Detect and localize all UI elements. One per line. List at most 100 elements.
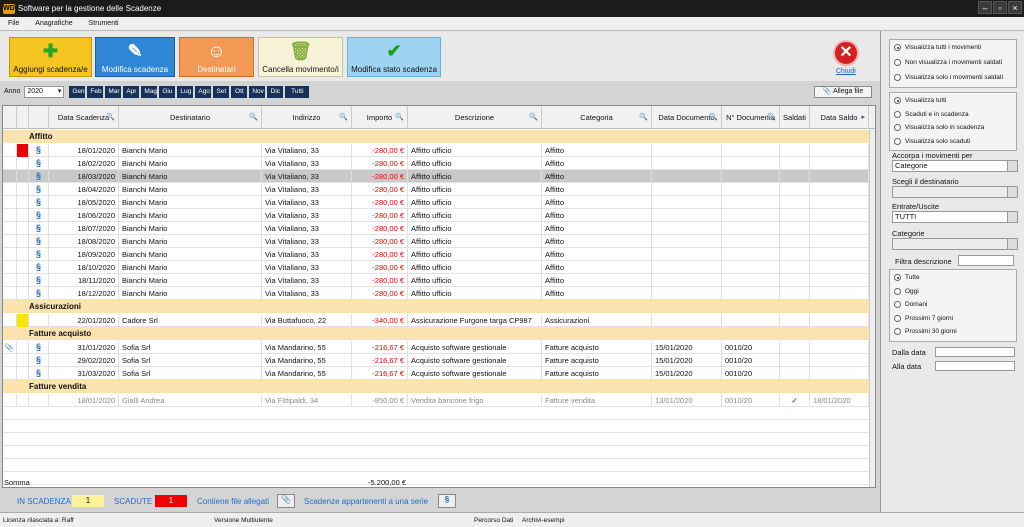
col-saldati[interactable]: Saldati — [780, 106, 810, 129]
radio-periodi-2[interactable]: Domani — [894, 301, 927, 308]
scadute-count: 1 — [155, 495, 187, 507]
table-row[interactable]: § 18/02/2020 Bianchi Mario Via Vitaliano, 3… — [3, 157, 869, 170]
destinatari-button[interactable]: ☺ Destinatari — [179, 37, 254, 77]
group-header[interactable]: Assicurazioni — [3, 300, 869, 313]
month-button-ago[interactable]: Ago — [195, 85, 212, 98]
col-data-scadenza[interactable]: Data Scadenza 🔍 — [49, 106, 119, 129]
maximize-button[interactable]: ▫ — [993, 1, 1007, 14]
month-button-set[interactable]: Set — [213, 85, 230, 98]
radio-button[interactable] — [894, 328, 901, 335]
month-button-gen[interactable]: Gen — [69, 85, 86, 98]
add-scadenza-button[interactable]: ✚ Aggiungi scadenza/e — [9, 37, 92, 77]
status-marker — [17, 394, 29, 407]
table-row[interactable]: § 18/08/2020 Bianchi Mario Via Vitaliano, 3… — [3, 235, 869, 248]
col-n-documento[interactable]: N° Documento 🔍 — [722, 106, 780, 129]
scadenze-grid: Data Scadenza 🔍 Destinatario 🔍 Indirizzo 🔍 … — [2, 105, 876, 488]
col-categoria[interactable]: Categoria 🔍 — [542, 106, 652, 129]
destinatario-select[interactable] — [892, 186, 1018, 198]
table-row[interactable]: 18/01/2020 Gialli Andrea Via Fittipaldi, 3… — [3, 394, 869, 407]
radio-button[interactable] — [894, 301, 901, 308]
table-row[interactable]: § 18/01/2020 Bianchi Mario Via Vitaliano, 3… — [3, 144, 869, 157]
month-button-feb[interactable]: Feb — [87, 85, 104, 98]
radio-periodi-3[interactable]: Prossimi 7 giorni — [894, 314, 953, 322]
change-status-button[interactable]: ✔ Modifica stato scadenza — [347, 37, 441, 77]
table-row[interactable]: § 29/02/2020 Sofia Srl Via Mandarino, 55 -21… — [3, 354, 869, 367]
radio-vis-2[interactable]: Visualizza solo i movimenti saldati — [894, 74, 1003, 81]
radio-button[interactable] — [894, 97, 901, 104]
filtra-input[interactable] — [958, 255, 1014, 266]
col-importo[interactable]: Importo 🔍 — [352, 106, 408, 129]
radio-vis2-2[interactable]: Visualizza solo in scadenza — [894, 124, 984, 131]
col-data-saldo[interactable]: Data Saldo ▸ — [810, 106, 869, 129]
table-row[interactable]: § 31/03/2020 Sofia Srl Via Mandarino, 55 -21… — [3, 367, 869, 380]
radio-button[interactable] — [894, 124, 901, 131]
entrate-select[interactable]: TUTTI — [892, 211, 1018, 223]
month-button-nov[interactable]: Nov — [249, 85, 266, 98]
radio-button[interactable] — [894, 287, 901, 295]
table-row[interactable]: § 18/06/2020 Bianchi Mario Via Vitaliano, 3… — [3, 209, 869, 222]
radio-button[interactable] — [894, 74, 901, 81]
col-descrizione[interactable]: Descrizione 🔍 — [408, 106, 542, 129]
dalla-date-input[interactable] — [935, 347, 1015, 357]
col-destinatario[interactable]: Destinatario 🔍 — [119, 106, 262, 129]
group-header[interactable]: Fatture acquisto — [3, 327, 869, 340]
recurrence-icon: § — [35, 236, 41, 246]
group-header[interactable]: Affitto — [3, 130, 869, 143]
radio-button[interactable] — [894, 274, 901, 281]
accorpa-select[interactable]: Categorie — [892, 160, 1018, 172]
minimize-button[interactable]: – — [978, 1, 992, 14]
month-button-giu[interactable]: Giu — [159, 85, 176, 98]
menu-file[interactable]: File — [0, 20, 27, 27]
col-indirizzo[interactable]: Indirizzo 🔍 — [262, 106, 352, 129]
month-button-mag[interactable]: Mag — [141, 85, 158, 98]
radio-periodi-1[interactable]: Oggi — [894, 287, 919, 295]
radio-button[interactable] — [894, 110, 901, 118]
radio-vis-0[interactable]: Visualizza tutti i movimenti — [894, 44, 981, 51]
cell-date: 18/10/2020 — [49, 261, 119, 274]
attach-file-button[interactable]: 📎 Allega file — [814, 86, 872, 98]
radio-button[interactable] — [894, 137, 901, 145]
radio-button[interactable] — [894, 44, 901, 51]
radio-vis2-0[interactable]: Visualizza tutti — [894, 97, 946, 104]
table-row[interactable]: § 18/11/2020 Bianchi Mario Via Vitaliano, 3… — [3, 274, 869, 287]
radio-vis2-1[interactable]: Scaduti e in scadenza — [894, 110, 969, 118]
month-button-ott[interactable]: Ott — [231, 85, 248, 98]
table-row[interactable]: § 18/05/2020 Bianchi Mario Via Vitaliano, 3… — [3, 196, 869, 209]
cell-amt: -280,00 € — [352, 209, 408, 222]
delete-movement-button[interactable]: 🗑 Cancella movimento/i — [258, 37, 343, 77]
radio-periodi-0[interactable]: Tutte — [894, 274, 920, 281]
dalla-label: Dalla data — [892, 348, 926, 357]
close-window-button[interactable]: × — [1008, 1, 1022, 14]
month-button-dic[interactable]: Dic — [267, 85, 284, 98]
group-header[interactable]: Fatture vendita — [3, 380, 869, 393]
vertical-scrollbar[interactable] — [869, 129, 875, 487]
month-button-tutti[interactable]: Tutti — [285, 85, 310, 98]
table-row[interactable]: § 18/10/2020 Bianchi Mario Via Vitaliano, 3… — [3, 261, 869, 274]
cell-addr: Via Vitaliano, 33 — [262, 235, 352, 248]
table-row[interactable]: § 18/12/2020 Bianchi Mario Via Vitaliano, 3… — [3, 287, 869, 300]
col-data-documento[interactable]: Data Documento 🔍 — [652, 106, 722, 129]
table-row[interactable]: 22/01/2020 Cadore Srl Via Buttafuoco, 22 -3… — [3, 314, 869, 327]
table-row[interactable]: § 18/03/2020 Bianchi Mario Via Vitaliano, 3… — [3, 170, 869, 183]
table-row[interactable]: § 18/04/2020 Bianchi Mario Via Vitaliano, 3… — [3, 183, 869, 196]
table-row[interactable]: 📎 § 31/01/2020 Sofia Srl Via Mandarino, 55 -2… — [3, 341, 869, 354]
alla-date-input[interactable] — [935, 361, 1015, 371]
month-button-mar[interactable]: Mar — [105, 85, 122, 98]
table-row[interactable]: § 18/07/2020 Bianchi Mario Via Vitaliano, 3… — [3, 222, 869, 235]
edit-scadenza-button[interactable]: ✎ Modifica scadenza — [95, 37, 175, 77]
categorie-select[interactable] — [892, 238, 1018, 250]
month-button-lug[interactable]: Lug — [177, 85, 194, 98]
month-button-apr[interactable]: Apr — [123, 85, 140, 98]
radio-vis2-3[interactable]: Visualizza solo scaduti — [894, 137, 970, 145]
menu-anagrafiche[interactable]: Anagrafiche — [27, 20, 80, 27]
cell-desc: Affitto ufficio — [408, 287, 542, 300]
radio-button[interactable] — [894, 314, 901, 322]
close-app-link[interactable]: Chiudi — [836, 68, 856, 75]
radio-button[interactable] — [894, 59, 901, 66]
table-row[interactable]: § 18/09/2020 Bianchi Mario Via Vitaliano, 3… — [3, 248, 869, 261]
radio-vis-1[interactable]: Non visualizza i movimenti saldati — [894, 59, 1002, 66]
menu-strumenti[interactable]: Strumenti — [81, 20, 127, 27]
anno-select[interactable]: 2020 — [24, 85, 65, 98]
close-app-icon[interactable]: ✕ — [833, 40, 859, 66]
radio-periodi-4[interactable]: Prossimi 30 giorni — [894, 328, 957, 335]
